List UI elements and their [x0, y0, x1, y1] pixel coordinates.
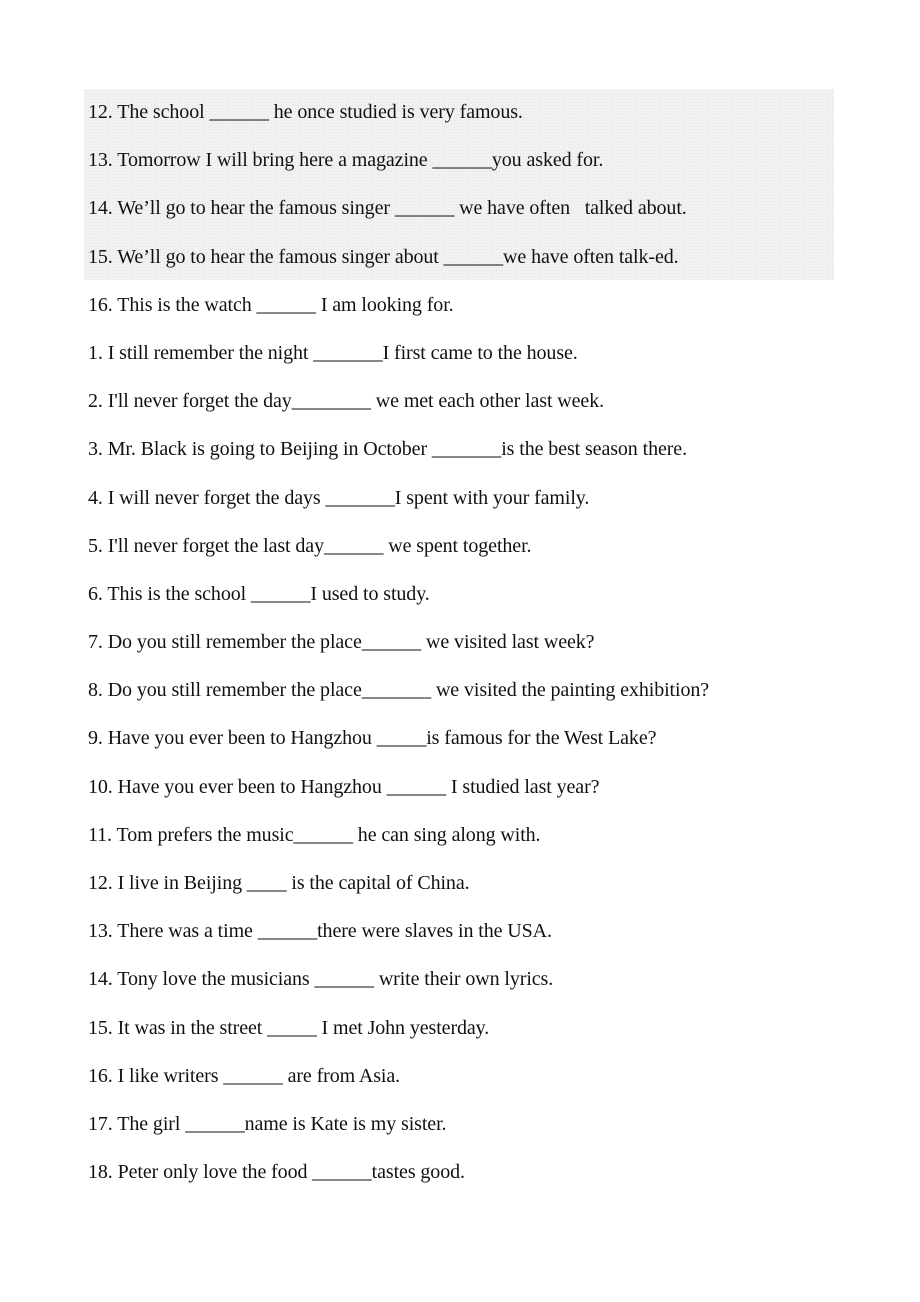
exercise-item: 3. Mr. Black is going to Beijing in Octo… [88, 438, 687, 461]
exercise-item: 15. It was in the street _____ I met Joh… [88, 1016, 490, 1039]
exercise-item: 14. Tony love the musicians ______ write… [88, 968, 554, 991]
exercise-item: 4. I will never forget the days _______I… [88, 486, 590, 509]
exercise-item: 10. Have you ever been to Hangzhou _____… [88, 775, 600, 798]
exercise-item: 11. Tom prefers the music______ he can s… [88, 823, 541, 846]
exercise-item: 2. I'll never forget the day________ we … [88, 390, 605, 413]
exercise-item: 7. Do you still remember the place______… [88, 631, 595, 654]
exercise-item: 6. This is the school ______I used to st… [88, 582, 430, 605]
exercise-item: 8. Do you still remember the place______… [88, 679, 710, 702]
exercise-item: 17. The girl ______name is Kate is my si… [88, 1112, 447, 1135]
exercise-item: 5. I'll never forget the last day______ … [88, 534, 532, 557]
exercise-item: 12. The school ______ he once studied is… [88, 101, 523, 123]
exercise-item: 9. Have you ever been to Hangzhou _____i… [88, 727, 657, 750]
exercise-item: 14. We’ll go to hear the famous singer _… [88, 197, 687, 220]
exercise-list: 12. The school ______ he once studied is… [88, 97, 868, 1205]
exercise-item: 12. I live in Beijing ____ is the capita… [88, 872, 470, 894]
exercise-item: 13. Tomorrow I will bring here a magazin… [88, 149, 604, 172]
exercise-item: 13. There was a time ______there were sl… [88, 920, 552, 943]
exercise-item: 1. I still remember the night _______I f… [88, 341, 578, 364]
exercise-item: 18. Peter only love the food ______taste… [88, 1161, 465, 1184]
exercise-item: 16. I like writers ______ are from Asia. [88, 1064, 401, 1087]
exercise-item: 16. This is the watch ______ I am lookin… [88, 293, 454, 316]
exercise-item: 15. We’ll go to hear the famous singer a… [88, 245, 679, 268]
